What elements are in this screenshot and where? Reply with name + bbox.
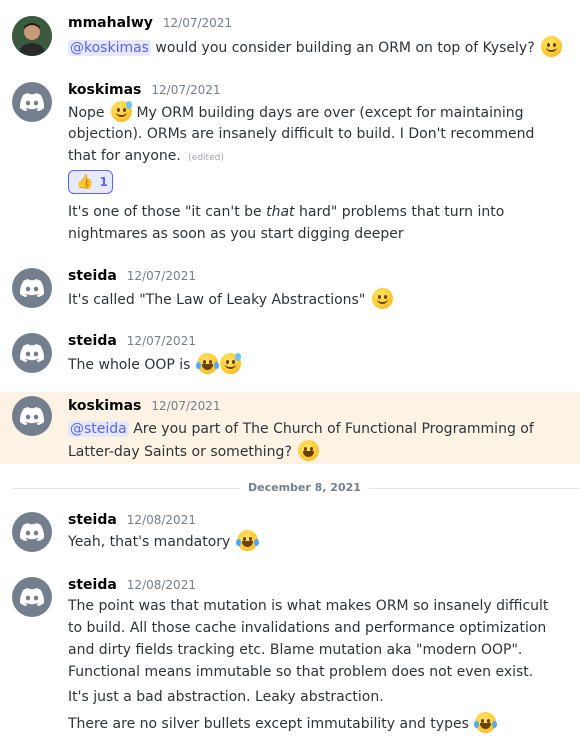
message-text: The whole OOP is [68, 353, 241, 376]
message-text: that for anyone. (edited) [68, 148, 224, 164]
timestamp: 12/07/2021 [151, 83, 221, 97]
edited-label: (edited) [188, 153, 224, 163]
message-text: to build. All those cache invalidations … [68, 620, 547, 636]
user-photo-icon [12, 16, 52, 56]
username[interactable]: koskimas [68, 398, 141, 414]
tears-of-joy-icon [195, 353, 219, 374]
message-text: Latter-day Saints or something? [68, 440, 320, 463]
message-text: It's just a bad abstraction. Leaky abstr… [68, 689, 384, 705]
timestamp: 12/07/2021 [126, 269, 196, 283]
username[interactable]: steida [68, 333, 117, 349]
message-highlighted: koskimas 12/07/2021 @steida Are you part… [0, 392, 580, 464]
avatar[interactable] [12, 82, 52, 122]
message: steida 12/07/2021 It's called "The Law o… [0, 256, 580, 320]
message-text: @koskimas would you consider building an… [68, 36, 563, 59]
reaction-button[interactable]: 👍 1 [68, 170, 113, 194]
discord-logo-icon [20, 407, 44, 425]
message: steida 12/08/2021 Yeah, that's mandatory [0, 500, 580, 564]
timestamp: 12/07/2021 [126, 334, 196, 348]
message-text: and dirty fields tracking etc. Blame mut… [68, 642, 523, 658]
reaction-count: 1 [99, 175, 108, 189]
message-text: Yeah, that's mandatory [68, 530, 259, 553]
grinning-sweat-icon [111, 101, 132, 122]
discord-logo-icon [20, 279, 44, 297]
message-text: There are no silver bullets except immut… [68, 712, 498, 735]
timestamp: 12/08/2021 [126, 513, 196, 527]
username[interactable]: steida [68, 268, 117, 284]
avatar[interactable] [12, 16, 52, 56]
avatar[interactable] [12, 396, 52, 436]
discord-logo-icon [20, 93, 44, 111]
message-text: nightmares as soon as you start digging … [68, 226, 404, 242]
user-mention[interactable]: @koskimas [68, 40, 151, 56]
tears-of-joy-icon [235, 530, 259, 551]
message-text: @steida Are you part of The Church of Fu… [68, 421, 534, 437]
message-text: It's called "The Law of Leaky Abstractio… [68, 288, 393, 311]
username[interactable]: koskimas [68, 82, 141, 98]
slightly-smiling-face-icon [541, 36, 563, 57]
timestamp: 12/08/2021 [126, 578, 196, 592]
message-text: The point was that mutation is what make… [68, 598, 549, 614]
username[interactable]: mmahalwy [68, 15, 153, 31]
avatar[interactable] [12, 577, 52, 617]
avatar[interactable] [12, 512, 52, 552]
discord-logo-icon [20, 344, 44, 362]
tears-of-joy-icon [474, 712, 498, 733]
thumbs-up-icon: 👍 [76, 174, 94, 190]
message: steida 12/08/2021 The point was that mut… [0, 565, 580, 747]
date-divider-label: December 8, 2021 [240, 481, 369, 494]
message-text: Functional means immutable so that probl… [68, 664, 534, 680]
discord-logo-icon [20, 523, 44, 541]
grinning-sweat-icon [219, 353, 241, 374]
avatar[interactable] [12, 268, 52, 308]
message: steida 12/07/2021 The whole OOP is [0, 321, 580, 385]
grinning-face-icon [298, 440, 320, 461]
username[interactable]: steida [68, 512, 117, 528]
message: mmahalwy 12/07/2021 @koskimas would you … [0, 0, 580, 72]
discord-logo-icon [20, 588, 44, 606]
message-text: Nope My ORM building days are over (exce… [68, 101, 524, 124]
avatar[interactable] [12, 333, 52, 373]
user-mention[interactable]: @steida [68, 421, 129, 437]
username[interactable]: steida [68, 577, 117, 593]
message-text: It's one of those "it can't be that hard… [68, 204, 505, 220]
timestamp: 12/07/2021 [162, 16, 233, 30]
slightly-smiling-face-icon [371, 288, 393, 309]
timestamp: 12/07/2021 [151, 399, 221, 413]
message-text: objection). ORMs are insanely difficult … [68, 126, 535, 142]
